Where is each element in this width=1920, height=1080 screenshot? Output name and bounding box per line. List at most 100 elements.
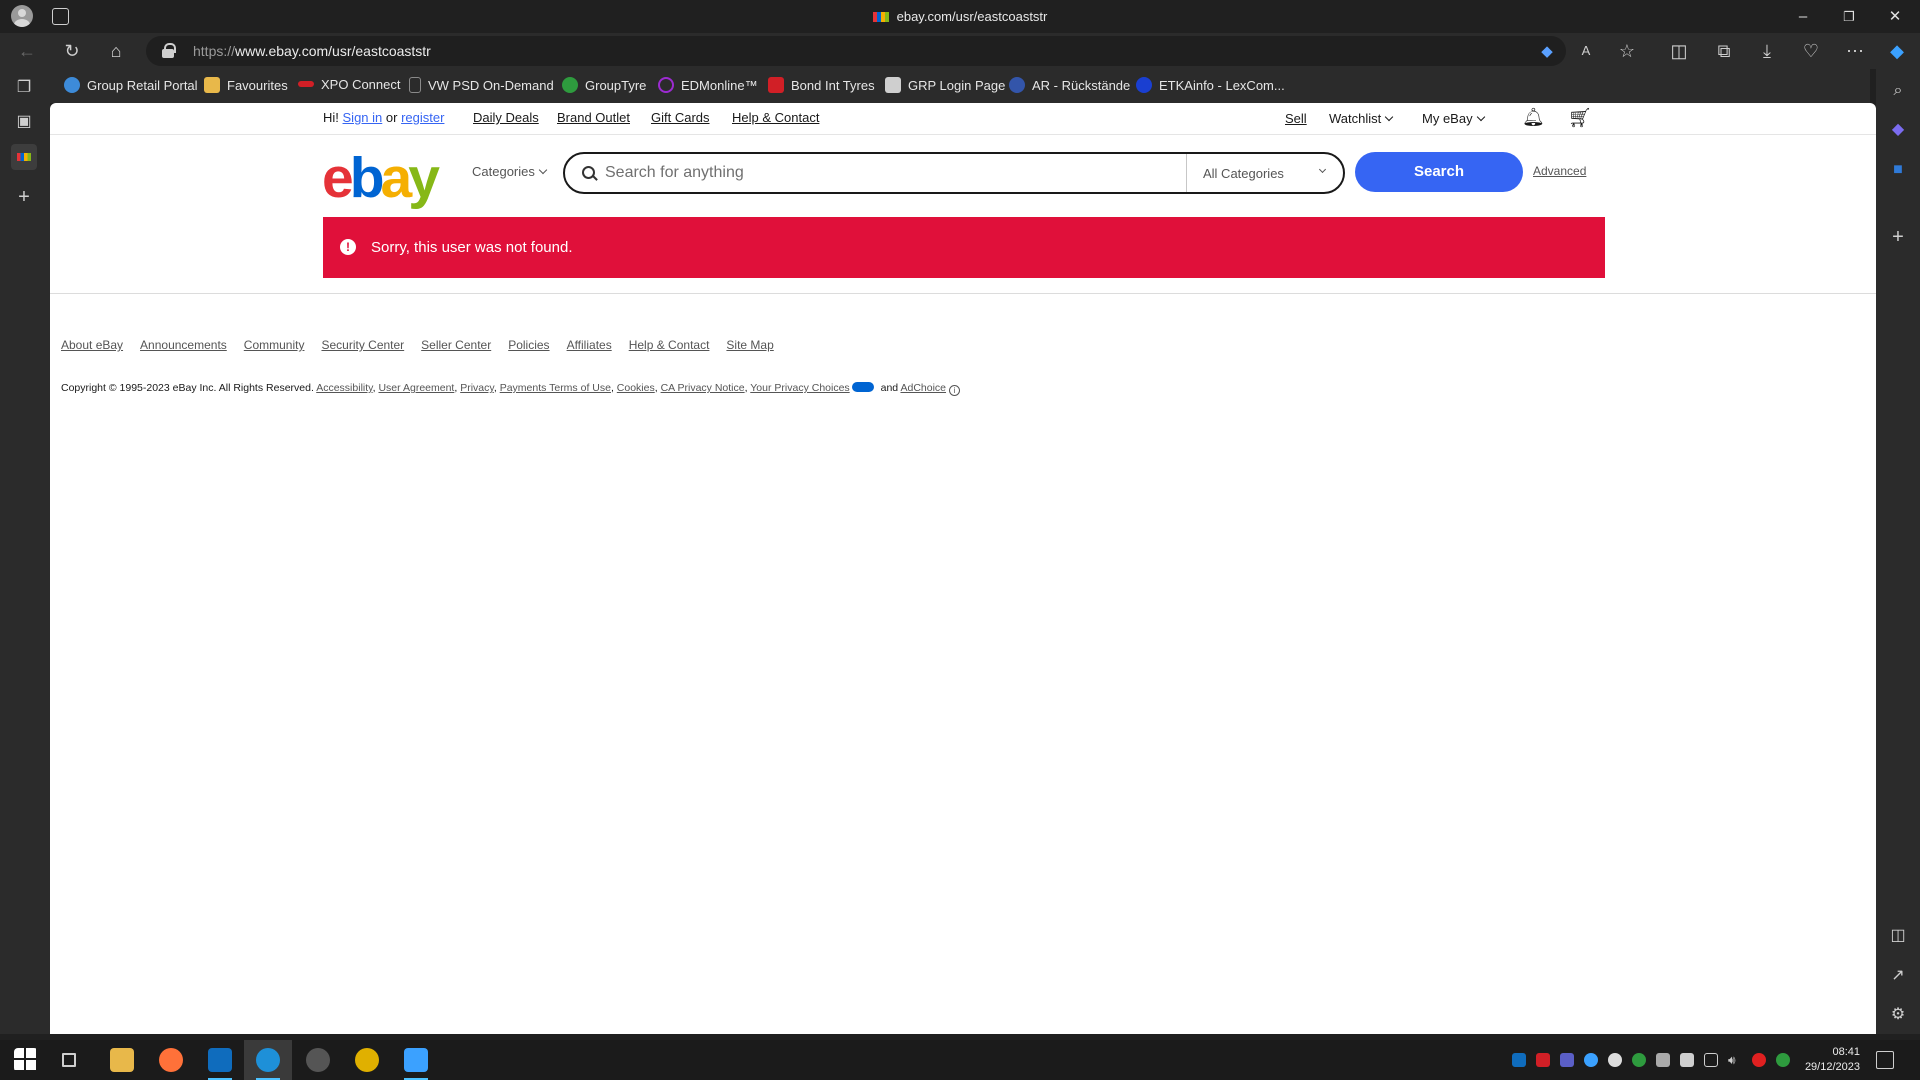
help-contact-link[interactable]: Help & Contact [732, 110, 819, 125]
footer-link-announcements[interactable]: Announcements [140, 338, 227, 352]
category-select[interactable]: All Categories [1186, 154, 1343, 192]
footer-link-about[interactable]: About eBay [61, 338, 123, 352]
cookies-link[interactable]: Cookies [617, 382, 655, 394]
app-icon[interactable] [306, 1048, 330, 1072]
sidebar-settings-icon[interactable]: ⚙ [1887, 1004, 1909, 1026]
footer-link-help-contact[interactable]: Help & Contact [629, 338, 710, 352]
copilot-icon[interactable]: ◆ [1886, 40, 1908, 62]
privacy-choices-link[interactable]: Your Privacy Choices [750, 382, 849, 394]
tray-app-icon[interactable] [1656, 1053, 1670, 1067]
adchoice-link[interactable]: AdChoice [900, 382, 946, 394]
tray-network-icon[interactable] [1704, 1053, 1718, 1067]
browser-essentials-icon[interactable]: ♡ [1800, 40, 1822, 62]
favorite-grouptyre[interactable]: GroupTyre [562, 77, 646, 95]
sign-in-link[interactable]: Sign in [343, 110, 383, 125]
favorite-vw-psd[interactable]: VW PSD On-Demand [409, 77, 554, 95]
cart-icon[interactable]: 🛒︎ [1568, 106, 1592, 130]
ca-privacy-notice-link[interactable]: CA Privacy Notice [661, 382, 745, 394]
more-menu-icon[interactable]: ⋯ [1844, 40, 1866, 62]
tray-app-icon[interactable] [1776, 1053, 1790, 1067]
adchoice-info-icon[interactable]: i [949, 385, 961, 396]
favorite-group-retail-portal[interactable]: Group Retail Portal [64, 77, 198, 95]
notification-center-icon[interactable] [1876, 1051, 1894, 1069]
firefox-icon[interactable] [159, 1048, 183, 1072]
payments-terms-link[interactable]: Payments Terms of Use [500, 382, 611, 394]
tray-onedrive-icon[interactable] [1584, 1053, 1598, 1067]
footer-link-community[interactable]: Community [244, 338, 305, 352]
read-aloud-icon[interactable]: A [1575, 40, 1597, 62]
logo-a: a [380, 146, 413, 210]
user-agreement-link[interactable]: User Agreement [378, 382, 454, 394]
shop-by-category-button[interactable]: Categories [472, 164, 548, 179]
footer-link-site-map[interactable]: Site Map [726, 338, 773, 352]
favorite-edmonline[interactable]: EDMonline™ [658, 77, 758, 95]
refresh-icon[interactable]: ↻ [61, 40, 83, 62]
tray-app-icon[interactable] [1632, 1053, 1646, 1067]
tab-actions-icon[interactable]: ❐ [11, 75, 37, 101]
home-icon[interactable]: ⌂ [105, 40, 127, 62]
footer-link-security-center[interactable]: Security Center [321, 338, 404, 352]
favorite-ar-rueckstaende[interactable]: AR - Rückstände [1009, 77, 1130, 95]
favorite-bond-int-tyres[interactable]: Bond Int Tyres [768, 77, 875, 95]
search-icon [582, 166, 596, 180]
tray-security-icon[interactable] [1680, 1053, 1694, 1067]
brand-outlet-link[interactable]: Brand Outlet [557, 110, 630, 125]
advanced-search-link[interactable]: Advanced [1533, 164, 1586, 178]
register-link[interactable]: register [401, 110, 444, 125]
footer-link-affiliates[interactable]: Affiliates [567, 338, 612, 352]
app-window-icon[interactable] [404, 1048, 428, 1072]
accessibility-link[interactable]: Accessibility [316, 382, 372, 394]
close-button[interactable]: ✕ [1872, 4, 1918, 30]
lock-icon[interactable] [162, 43, 176, 58]
tray-volume-icon[interactable]: 🔊︎ [1728, 1053, 1742, 1067]
tray-app-icon[interactable] [1560, 1053, 1574, 1067]
edge-icon[interactable] [256, 1048, 280, 1072]
sidebar-add-icon[interactable]: + [1887, 226, 1909, 248]
sidebar-search-icon[interactable]: ⌕ [1887, 80, 1909, 102]
sell-link[interactable]: Sell [1285, 111, 1307, 126]
notification-bell-icon[interactable]: 🔔︎ [1522, 107, 1545, 128]
favorite-etkainfo[interactable]: ETKAinfo - LexCom... [1136, 77, 1285, 95]
tray-outlook-icon[interactable] [1512, 1053, 1526, 1067]
footer-link-seller-center[interactable]: Seller Center [421, 338, 491, 352]
maximize-button[interactable]: ❐ [1826, 4, 1872, 30]
task-view-icon[interactable] [62, 1053, 76, 1067]
daily-deals-link[interactable]: Daily Deals [473, 110, 539, 125]
active-tab-ebay-icon[interactable] [11, 144, 37, 170]
url-text[interactable]: https://www.ebay.com/usr/eastcoaststr [193, 43, 431, 59]
file-explorer-icon[interactable] [110, 1048, 134, 1072]
search-button[interactable]: Search [1355, 152, 1523, 192]
favorite-grp-login[interactable]: GRP Login Page [885, 77, 1005, 95]
tray-onedrive-personal-icon[interactable] [1608, 1053, 1622, 1067]
sidebar-external-icon[interactable]: ↗ [1887, 965, 1909, 987]
search-input[interactable] [605, 161, 1165, 185]
shopping-tag-icon[interactable]: ◆ [1538, 42, 1556, 60]
new-tab-plus-icon[interactable]: + [11, 184, 37, 210]
split-screen-icon[interactable]: ◫ [1668, 40, 1690, 62]
minimize-button[interactable]: – [1780, 4, 1826, 30]
ebay-logo[interactable]: ebay [322, 145, 440, 211]
address-bar[interactable]: https://www.ebay.com/usr/eastcoaststr ◆ [146, 36, 1566, 66]
tab-favicon-icon[interactable]: ▣ [11, 109, 37, 135]
tray-app-icon[interactable] [1752, 1053, 1766, 1067]
favorite-favourites[interactable]: Favourites [204, 77, 288, 95]
favorite-star-icon[interactable]: ☆ [1616, 40, 1638, 62]
footer-link-policies[interactable]: Policies [508, 338, 549, 352]
privacy-link[interactable]: Privacy [460, 382, 494, 394]
favorite-xpo-connect[interactable]: XPO Connect [298, 77, 401, 95]
gift-cards-link[interactable]: Gift Cards [651, 110, 710, 125]
sidebar-panel-icon[interactable]: ◫ [1887, 925, 1909, 947]
collections-icon[interactable]: ⧉ [1713, 40, 1735, 62]
downloads-icon[interactable]: ⤓ [1756, 40, 1778, 62]
my-ebay-menu[interactable]: My eBay [1422, 111, 1485, 126]
tray-app-icon[interactable] [1536, 1053, 1550, 1067]
watchlist-menu[interactable]: Watchlist [1329, 111, 1394, 126]
back-arrow-icon[interactable]: ← [16, 40, 38, 62]
app-tool-icon[interactable] [355, 1048, 379, 1072]
outlook-icon[interactable] [208, 1048, 232, 1072]
windows-start-icon[interactable] [14, 1048, 38, 1072]
logo-y: y [408, 146, 440, 210]
sidebar-outlook-icon[interactable]: ■ [1887, 159, 1909, 181]
sidebar-copilot-icon[interactable]: ◆ [1887, 119, 1909, 141]
taskbar-clock[interactable]: 08:41 29/12/2023 [1800, 1045, 1860, 1075]
